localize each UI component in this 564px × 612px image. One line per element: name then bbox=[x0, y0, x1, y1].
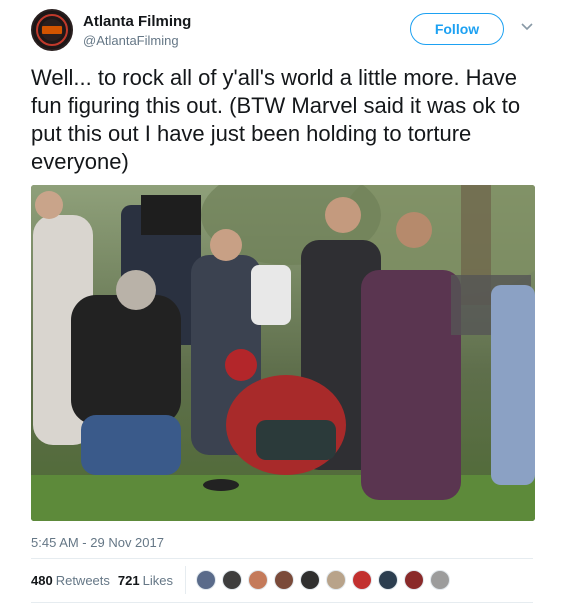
divider bbox=[31, 602, 533, 603]
retweets-stat[interactable]: 480 Retweets bbox=[31, 573, 110, 588]
atlanta-filming-logo-icon bbox=[34, 12, 70, 48]
liker-avatar[interactable] bbox=[299, 570, 320, 590]
liker-avatar[interactable] bbox=[403, 570, 424, 590]
display-name[interactable]: Atlanta Filming bbox=[83, 13, 191, 30]
tweet-stats: 480 Retweets 721 Likes bbox=[31, 565, 456, 595]
liker-avatar[interactable] bbox=[325, 570, 346, 590]
likes-stat[interactable]: 721 Likes bbox=[118, 573, 173, 588]
retweets-count: 480 bbox=[31, 572, 53, 588]
tweet-timestamp[interactable]: 5:45 AM - 29 Nov 2017 bbox=[31, 535, 164, 550]
stats-separator bbox=[184, 566, 186, 594]
user-handle[interactable]: @AtlantaFilming bbox=[83, 33, 179, 48]
likes-label: Likes bbox=[142, 572, 173, 588]
film-set-photo bbox=[31, 185, 535, 521]
liker-avatar[interactable] bbox=[247, 570, 268, 590]
likes-count: 721 bbox=[117, 572, 140, 588]
retweets-label: Retweets bbox=[55, 572, 110, 588]
chevron-down-icon[interactable] bbox=[520, 20, 534, 34]
divider bbox=[31, 558, 533, 559]
tweet-photo[interactable] bbox=[31, 185, 535, 521]
liker-avatar[interactable] bbox=[195, 570, 216, 590]
liker-avatar[interactable] bbox=[221, 570, 242, 590]
liker-avatars bbox=[195, 570, 456, 590]
tweet-header: Atlanta Filming @AtlantaFilming Follow bbox=[0, 0, 564, 62]
liker-avatar[interactable] bbox=[377, 570, 398, 590]
tweet-text: Well... to rock all of y'all's world a l… bbox=[31, 65, 521, 174]
liker-avatar[interactable] bbox=[351, 570, 372, 590]
liker-avatar[interactable] bbox=[273, 570, 294, 590]
profile-avatar[interactable] bbox=[31, 9, 73, 51]
follow-button[interactable]: Follow bbox=[410, 13, 504, 45]
liker-avatar[interactable] bbox=[429, 570, 450, 590]
